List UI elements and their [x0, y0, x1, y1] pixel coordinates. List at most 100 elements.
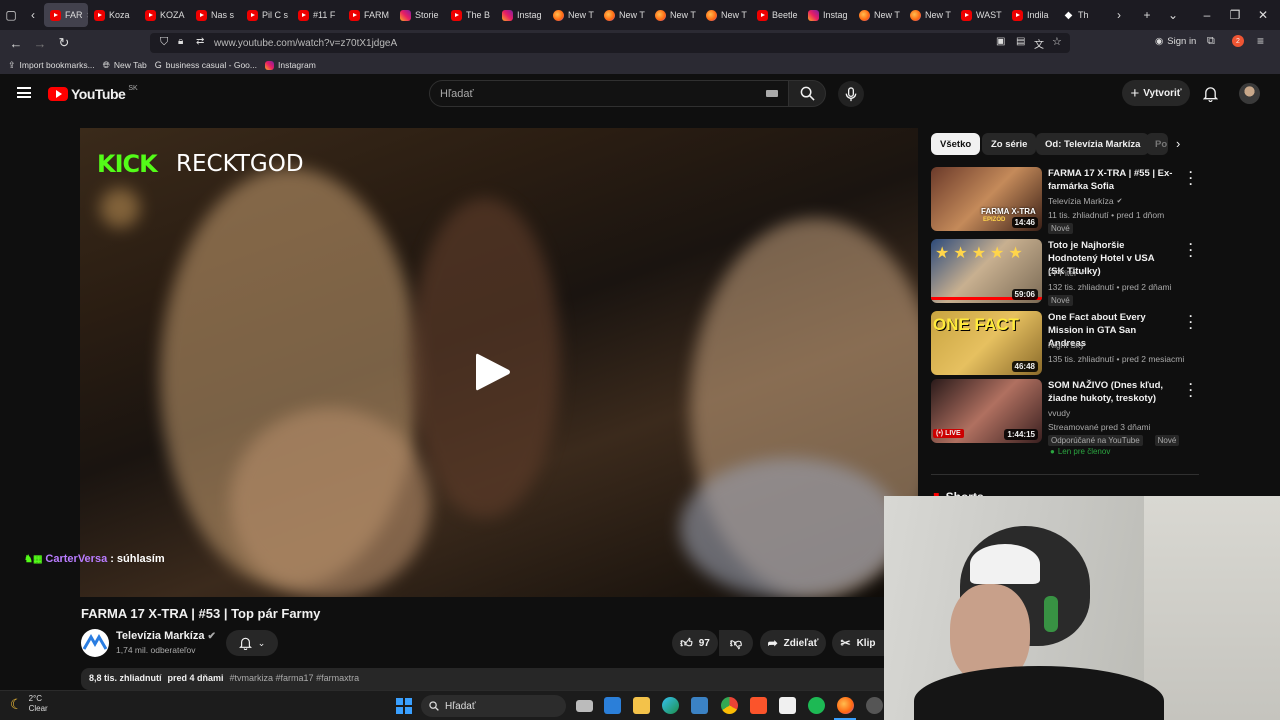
file-explorer-icon[interactable]	[633, 697, 650, 714]
more-options-icon[interactable]: · · ·	[1189, 310, 1193, 334]
steam-icon[interactable]	[866, 697, 883, 714]
chrome-icon[interactable]	[721, 697, 738, 714]
browser-tab[interactable]: Nas s	[190, 3, 241, 27]
permissions-icon[interactable]: ⇄	[196, 36, 204, 47]
store-icon[interactable]	[604, 697, 621, 714]
video-thumbnail[interactable]: FARMA X-TRA EPIZÓD 14:46	[931, 167, 1042, 231]
recommended-video[interactable]: ONE FACT 46:48 One Fact about Every Missio…	[931, 310, 1201, 375]
taskbar-search[interactable]: Hľadať	[421, 695, 566, 717]
forward-icon[interactable]: →	[28, 31, 52, 55]
search-button[interactable]	[788, 80, 826, 107]
dislike-button[interactable]: 👎︎	[719, 630, 753, 656]
url-text[interactable]: www.youtube.com/watch?v=z70tX1jdgeA	[214, 38, 397, 49]
browser-tab[interactable]: The B	[445, 3, 496, 27]
browser-tab[interactable]: KOZA	[139, 3, 190, 27]
youtube-logo[interactable]: YouTube SK	[48, 85, 138, 102]
clip-button[interactable]: ✂ Klip	[832, 630, 884, 656]
windows-start-icon[interactable]	[396, 698, 412, 714]
url-bar[interactable]: ⛉ 🔒︎ ⇄ www.youtube.com/watch?v=z70tX1jdg…	[150, 33, 1070, 53]
browser-tab[interactable]: Instag	[802, 3, 853, 27]
filter-chip[interactable]: Zo série	[982, 133, 1037, 155]
new-tab-icon[interactable]: +	[1136, 4, 1158, 26]
bookmark-item[interactable]: Gbusiness casual - Goo...	[155, 60, 257, 70]
keyboard-icon[interactable]	[766, 90, 778, 97]
browser-tab[interactable]: FAR✕	[44, 3, 88, 27]
recommended-video[interactable]: ★★★★★ 59:06 Toto je Najhoršie Hodnotený Ho…	[931, 238, 1201, 306]
browser-tab[interactable]: Koza	[88, 3, 139, 27]
menu-icon[interactable]: ≡	[1257, 34, 1264, 48]
translate-icon[interactable]: 文	[1034, 36, 1044, 51]
close-window-icon[interactable]: ✕	[1252, 4, 1274, 26]
browser-tab[interactable]: Pil C s	[241, 3, 292, 27]
recommended-video[interactable]: (•) LIVE 1:44:15 SOM NAŽIVO (Dnes kľud, ži…	[931, 378, 1201, 456]
subscription-bell-button[interactable]: ⌄	[226, 630, 278, 656]
bookmark-item[interactable]: ⇪ Import bookmarks...	[8, 60, 95, 71]
browser-tab[interactable]: #11 F	[292, 3, 343, 27]
browser-tab[interactable]: Beetle	[751, 3, 802, 27]
browser-tab[interactable]: WAST	[955, 3, 1006, 27]
brave-icon[interactable]	[750, 697, 767, 714]
picture-in-picture-icon[interactable]: ▣	[996, 36, 1005, 47]
channel-name[interactable]: vvudy	[1048, 408, 1070, 418]
browser-tab[interactable]: New T	[598, 3, 649, 27]
channel-name[interactable]: Televízia Markíza ✔	[1048, 196, 1123, 206]
addon-icon[interactable]: 2	[1232, 35, 1244, 47]
photos-icon[interactable]	[691, 697, 708, 714]
video-thumbnail[interactable]: (•) LIVE 1:44:15	[931, 379, 1042, 443]
video-thumbnail[interactable]: ONE FACT 46:48	[931, 311, 1042, 375]
hamburger-menu-icon[interactable]	[17, 87, 31, 98]
browser-tab[interactable]: New T	[700, 3, 751, 27]
bookmark-star-icon[interactable]: ☆	[1052, 35, 1062, 48]
search-input[interactable]: Hľadať	[429, 80, 789, 107]
lock-icon[interactable]: 🔒︎	[178, 36, 183, 47]
channel-name[interactable]: Night Sky	[1048, 340, 1084, 350]
browser-tab[interactable]: Instag	[496, 3, 547, 27]
channel-name[interactable]: PPPiter ✔	[1048, 268, 1086, 278]
maximize-icon[interactable]: ❐	[1224, 4, 1246, 26]
chips-next-icon[interactable]: ›	[1176, 136, 1180, 151]
video-title[interactable]: SOM NAŽIVO (Dnes kľud, žiadne hukoty, tr…	[1048, 379, 1173, 405]
spotify-icon[interactable]	[808, 697, 825, 714]
channel-name[interactable]: Televízia Markíza ✔	[116, 630, 216, 642]
browser-tab[interactable]: Storie	[394, 3, 445, 27]
filter-chip[interactable]: Po	[1146, 133, 1168, 155]
create-button[interactable]: + Vytvoriť	[1122, 80, 1190, 106]
play-icon[interactable]	[472, 350, 512, 394]
tab-scroll-left-icon[interactable]: ‹	[22, 4, 44, 26]
share-button[interactable]: ➦ Zdieľať	[760, 630, 826, 656]
browser-tab[interactable]: ◆ Th	[1057, 3, 1108, 27]
browser-tab[interactable]: New T	[547, 3, 598, 27]
sign-in-button[interactable]: ◉ Sign in	[1155, 36, 1196, 47]
bookmark-item[interactable]: Instagram	[264, 60, 316, 70]
browser-tab[interactable]: New T	[904, 3, 955, 27]
bookmark-item[interactable]: 🌐︎ New Tab	[103, 60, 147, 71]
video-description[interactable]: 8,8 tis. zhliadnutí pred 4 dňami #tvmark…	[81, 668, 891, 690]
shield-icon[interactable]: ⛉	[160, 36, 168, 49]
weather-widget[interactable]: ☾ 2°C Clear	[10, 694, 48, 714]
tab-scroll-right-icon[interactable]: ›	[1108, 4, 1130, 26]
browser-tab[interactable]: FARM	[343, 3, 394, 27]
browser-tab[interactable]: Indila	[1006, 3, 1057, 27]
edge-icon[interactable]	[662, 697, 679, 714]
task-view-icon[interactable]	[576, 700, 593, 712]
more-options-icon[interactable]: · · ·	[1189, 238, 1193, 262]
like-button[interactable]: 👍︎ 97	[672, 630, 718, 656]
notepad-icon[interactable]	[779, 697, 796, 714]
tab-dropdown-icon[interactable]: ⌄	[1162, 4, 1184, 26]
more-options-icon[interactable]: · · ·	[1189, 378, 1193, 402]
reload-icon[interactable]: ↻	[52, 31, 76, 55]
extensions-icon[interactable]: ⧉	[1207, 35, 1215, 48]
user-avatar[interactable]	[1239, 83, 1260, 104]
reader-view-icon[interactable]: ▤	[1016, 36, 1025, 47]
notifications-button[interactable]	[1202, 85, 1219, 107]
channel-avatar[interactable]	[81, 629, 109, 657]
firefox-icon[interactable]	[837, 697, 854, 714]
more-options-icon[interactable]: · · ·	[1189, 166, 1193, 190]
filter-chip[interactable]: Od: Televízia Markíza	[1036, 133, 1150, 155]
browser-tab[interactable]: New T	[853, 3, 904, 27]
voice-search-button[interactable]	[838, 81, 864, 107]
browser-tab[interactable]: New T	[649, 3, 700, 27]
video-thumbnail[interactable]: ★★★★★ 59:06	[931, 239, 1042, 303]
minimize-icon[interactable]: –	[1196, 4, 1218, 26]
back-icon[interactable]: ←	[4, 31, 28, 55]
